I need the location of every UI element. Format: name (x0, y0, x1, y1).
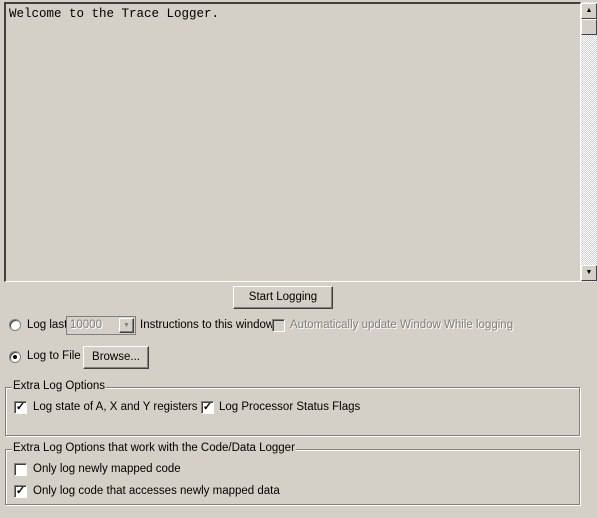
log-last-combo[interactable]: 10000 ▼ (66, 316, 136, 335)
group-title: Extra Log Options (12, 380, 107, 392)
browse-button[interactable]: Browse... (83, 346, 149, 369)
log-status-flags-checkbox[interactable]: ✓ (201, 401, 214, 414)
log-last-value: 10000 (70, 319, 102, 331)
auto-update-checkbox[interactable] (272, 319, 285, 332)
log-registers-checkbox[interactable]: ✓ (14, 401, 27, 414)
log-to-file-label: Log to File (27, 350, 81, 362)
instructions-label: Instructions to this window (140, 319, 275, 331)
group-title: Extra Log Options that work with the Cod… (12, 442, 296, 454)
newly-mapped-code-label: Only log newly mapped code (33, 463, 181, 475)
log-status-flags-label: Log Processor Status Flags (219, 401, 361, 413)
log-output-textarea[interactable]: Welcome to the Trace Logger. (4, 2, 581, 282)
chevron-down-icon[interactable]: ▼ (119, 318, 134, 333)
scroll-up-arrow-icon[interactable]: ▲ (581, 3, 597, 19)
auto-update-label: Automatically update Window While loggin… (290, 319, 514, 331)
log-registers-label: Log state of A, X and Y registers (33, 401, 198, 413)
scroll-thumb[interactable] (581, 19, 597, 35)
scroll-down-arrow-icon[interactable]: ▼ (581, 265, 597, 281)
log-last-radio[interactable] (9, 319, 21, 331)
newly-mapped-data-checkbox[interactable]: ✓ (14, 485, 27, 498)
start-logging-button[interactable]: Start Logging (233, 286, 333, 309)
log-scrollbar[interactable]: ▲ ▼ (581, 2, 597, 282)
newly-mapped-code-checkbox[interactable] (14, 463, 27, 476)
newly-mapped-data-label: Only log code that accesses newly mapped… (33, 485, 280, 497)
log-to-file-radio[interactable] (9, 351, 21, 363)
log-last-label: Log last (27, 319, 68, 331)
